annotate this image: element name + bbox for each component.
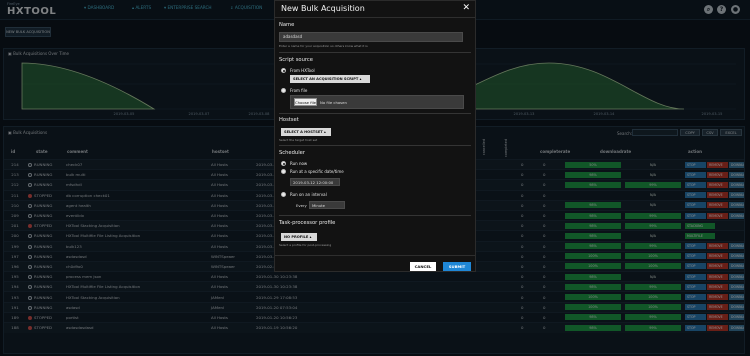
every-label: Every: [296, 203, 307, 208]
run-specific-label: Run at a specific date/time: [290, 169, 344, 174]
from-hxtool-label: From HXTool: [290, 68, 315, 73]
name-help-text: Enter a name for your acquisition so oth…: [279, 44, 368, 48]
modal-footer-divider: [275, 255, 475, 256]
run-now-radio[interactable]: [281, 161, 286, 166]
datetime-input[interactable]: 2019-03-12 12:00:00: [290, 178, 340, 186]
interval-unit-input[interactable]: Minute: [309, 201, 345, 209]
choose-file-button[interactable]: Choose file: [294, 98, 317, 106]
from-file-radio[interactable]: [281, 88, 286, 93]
hostset-section-label: Hostset: [279, 117, 299, 123]
new-bulk-acquisition-modal: New Bulk Acquisition ✕ Name adasdasd Ent…: [274, 0, 476, 272]
submit-button[interactable]: SUBMIT: [443, 262, 471, 271]
divider: [279, 215, 471, 216]
taskproc-help-text: Select a profile for post-processing: [279, 243, 332, 247]
acquisition-script-dropdown[interactable]: SELECT AN ACQUISITION SCRIPT ▴: [290, 75, 370, 83]
hostset-dropdown[interactable]: SELECT A HOSTSET ▴: [281, 128, 331, 136]
from-file-label: From file: [290, 88, 308, 93]
name-section-label: Name: [279, 22, 295, 28]
divider: [279, 145, 471, 146]
taskproc-section-label: Task-processor profile: [279, 220, 336, 226]
name-input[interactable]: adasdasd: [279, 32, 463, 42]
taskproc-profile-dropdown[interactable]: NO PROFILE ▴: [281, 233, 317, 241]
scheduler-section-label: Scheduler: [279, 150, 305, 156]
run-now-label: Run now: [290, 161, 308, 166]
divider: [279, 113, 471, 114]
modal-title: New Bulk Acquisition: [281, 4, 365, 13]
close-icon[interactable]: ✕: [462, 3, 470, 13]
no-file-chosen-text: No file chosen: [320, 100, 347, 105]
run-interval-label: Run on an interval: [290, 192, 327, 197]
divider: [279, 52, 471, 53]
cancel-button[interactable]: CANCEL: [410, 262, 436, 271]
from-hxtool-radio[interactable]: [281, 68, 286, 73]
run-specific-radio[interactable]: [281, 169, 286, 174]
hostset-help-text: Select the target host set: [279, 138, 318, 142]
script-source-label: Script source: [279, 57, 313, 63]
modal-header: New Bulk Acquisition ✕: [275, 1, 475, 18]
run-interval-radio[interactable]: [281, 192, 286, 197]
file-picker: Choose file No file chosen: [290, 95, 464, 109]
